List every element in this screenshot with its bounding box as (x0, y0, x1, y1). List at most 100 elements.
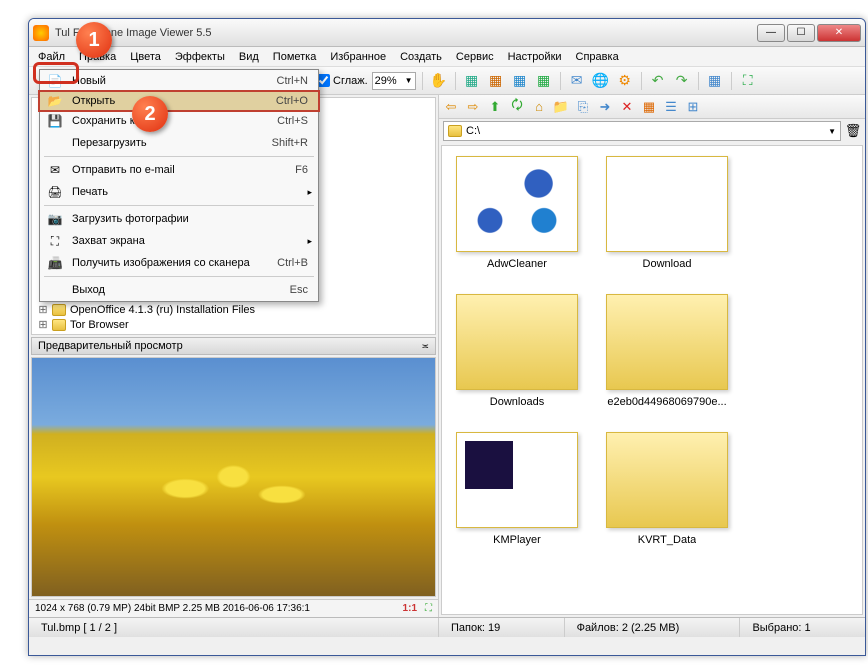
status-files: Файлов: 2 (2.25 MB) (565, 618, 741, 637)
thumbnail[interactable]: AdwCleaner (452, 156, 582, 270)
thumbnail-grid[interactable]: AdwCleaner Download Downloads e2eb0d4496806… (441, 145, 863, 615)
delete-icon[interactable]: ✕ (619, 99, 635, 115)
menu-item-Печать[interactable]: 🖨Печать▸ (40, 181, 318, 203)
thumbnail[interactable]: KVRT_Data (602, 432, 732, 546)
menu-item-Загрузить фотографии[interactable]: 📷Загрузить фотографии (40, 208, 318, 230)
back-icon[interactable]: ⇦ (443, 99, 459, 115)
smooth-checkbox[interactable]: Сглаж. (317, 74, 368, 87)
menu-icon: 📷 (46, 211, 64, 227)
menu-shortcut: Ctrl+S (277, 115, 308, 127)
fit-icon[interactable]: ⛶ (425, 603, 432, 614)
tool3-icon[interactable]: ▦ (510, 71, 530, 91)
preview-title: Предварительный просмотр (38, 340, 183, 352)
menu-label: Новый (72, 75, 269, 87)
refresh-icon[interactable]: 🗘 (509, 99, 525, 115)
thumb-label: e2eb0d44968069790e... (607, 396, 726, 408)
thumb-label: Downloads (490, 396, 544, 408)
rotate-left-icon[interactable]: ↶ (648, 71, 668, 91)
preview-image[interactable] (31, 357, 436, 597)
menu-item-Отправить по e-mail[interactable]: ✉Отправить по e-mailF6 (40, 159, 318, 181)
zoom-combo[interactable]: ▼ (372, 72, 416, 90)
collapse-icon[interactable]: ≍ (421, 341, 429, 352)
hand-tool-icon[interactable]: ✋ (429, 71, 449, 91)
thumb-image (456, 156, 578, 252)
menu-service[interactable]: Сервис (449, 49, 501, 65)
menu-item-Выход[interactable]: ВыходEsc (40, 279, 318, 301)
address-input[interactable]: C:\ ▼ (443, 121, 841, 141)
menu-icon (46, 135, 64, 151)
tool4-icon[interactable]: ▦ (534, 71, 554, 91)
menu-item-Получить изображения со сканера[interactable]: 📠Получить изображения со сканераCtrl+B (40, 252, 318, 274)
menu-shortcut: Shift+R (272, 137, 308, 149)
status-file: Tul.bmp [ 1 / 2 ] (29, 618, 439, 637)
menubar: Файл Правка Цвета Эффекты Вид Пометка Из… (29, 47, 865, 67)
menu-icon: 📂 (46, 93, 64, 109)
menu-icon: 📄 (46, 73, 64, 89)
email-icon[interactable]: ✉ (567, 71, 587, 91)
menu-help[interactable]: Справка (569, 49, 626, 65)
menu-label: Захват экрана (72, 235, 287, 247)
menu-item-Перезагрузить[interactable]: ПерезагрузитьShift+R (40, 132, 318, 154)
view-thumbs-icon[interactable]: ▦ (641, 99, 657, 115)
expand-icon[interactable]: ⊞ (38, 303, 48, 316)
thumbnail[interactable]: Download (602, 156, 732, 270)
folder-icon (52, 304, 66, 316)
thumb-image (606, 294, 728, 390)
window-title: Tul FastStone Image Viewer 5.5 (55, 27, 757, 39)
right-pane: ⇦ ⇨ ⬆ 🗘 ⌂ 📁 ⎘ ➜ ✕ ▦ ☰ ⊞ C:\ ▼ 🗑 (439, 95, 865, 617)
menu-label: Открыть (72, 95, 268, 107)
new-folder-icon[interactable]: 📁 (553, 99, 569, 115)
up-icon[interactable]: ⬆ (487, 99, 503, 115)
menu-settings[interactable]: Настройки (501, 49, 569, 65)
view-details-icon[interactable]: ⊞ (685, 99, 701, 115)
compare-icon[interactable]: ▦ (486, 71, 506, 91)
trash-icon[interactable]: 🗑 (845, 123, 861, 139)
preview-header: Предварительный просмотр ≍ (31, 337, 436, 355)
menu-favorites[interactable]: Избранное (323, 49, 393, 65)
forward-icon[interactable]: ⇨ (465, 99, 481, 115)
statusbar: Tul.bmp [ 1 / 2 ] Папок: 19 Файлов: 2 (2… (29, 617, 865, 637)
menu-item-Сохранить как...[interactable]: 💾Сохранить как...Ctrl+S (40, 110, 318, 132)
grid-icon[interactable]: ▦ (705, 71, 725, 91)
menu-icon: ⛶ (46, 233, 64, 249)
menu-effects[interactable]: Эффекты (168, 49, 232, 65)
menu-item-Открыть[interactable]: 📂ОткрытьCtrl+O (38, 90, 320, 112)
minimize-button[interactable]: — (757, 24, 785, 42)
folder-icon (448, 125, 462, 137)
copy-icon[interactable]: ⎘ (575, 99, 591, 115)
home-icon[interactable]: ⌂ (531, 99, 547, 115)
menu-shortcut: Ctrl+B (277, 257, 308, 269)
rotate-right-icon[interactable]: ↷ (672, 71, 692, 91)
thumbnail[interactable]: e2eb0d44968069790e... (602, 294, 732, 408)
menu-item-Захват экрана[interactable]: ⛶Захват экрана▸ (40, 230, 318, 252)
menu-shortcut: Ctrl+N (277, 75, 308, 87)
menu-icon: 💾 (46, 113, 64, 129)
tree-item[interactable]: ⊞Tor Browser (34, 317, 433, 332)
menu-file[interactable]: Файл (31, 49, 72, 65)
menu-colors[interactable]: Цвета (123, 49, 168, 65)
address-text: C:\ (466, 125, 480, 137)
thumbnail[interactable]: Downloads (452, 294, 582, 408)
thumb-label: AdwCleaner (487, 258, 547, 270)
menu-item-Новый[interactable]: 📄 Новый Ctrl+N (40, 70, 318, 92)
fullscreen-icon[interactable]: ⛶ (738, 71, 758, 91)
thumbnail[interactable]: KMPlayer (452, 432, 582, 546)
maximize-button[interactable]: ☐ (787, 24, 815, 42)
menu-create[interactable]: Создать (393, 49, 449, 65)
menu-view[interactable]: Вид (232, 49, 266, 65)
zoom-input[interactable] (375, 75, 405, 87)
tree-item[interactable]: ⊞OpenOffice 4.1.3 (ru) Installation File… (34, 302, 433, 317)
menu-label: Печать (72, 186, 287, 198)
menu-icon (46, 282, 64, 298)
view-list-icon[interactable]: ☰ (663, 99, 679, 115)
expand-icon[interactable]: ⊞ (38, 318, 48, 331)
thumb-label: KMPlayer (493, 534, 541, 546)
move-icon[interactable]: ➜ (597, 99, 613, 115)
gear-icon[interactable]: ⚙ (615, 71, 635, 91)
close-button[interactable]: ✕ (817, 24, 861, 42)
thumb-image (606, 156, 728, 252)
slideshow-icon[interactable]: ▦ (462, 71, 482, 91)
status-selected: Выбрано: 1 (740, 618, 865, 637)
menu-mark[interactable]: Пометка (266, 49, 324, 65)
globe-icon[interactable]: 🌐 (591, 71, 611, 91)
